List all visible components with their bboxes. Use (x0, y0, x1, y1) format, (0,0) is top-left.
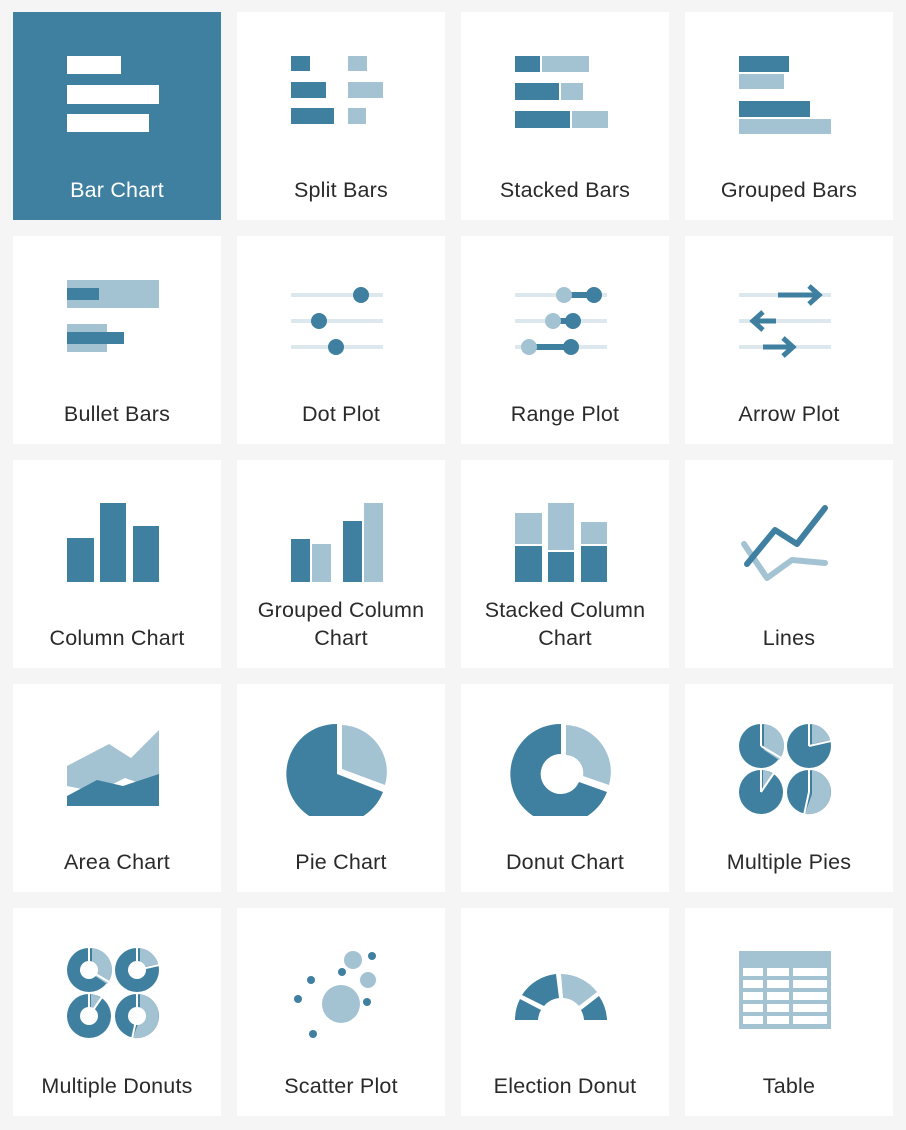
grouped-bars-icon (739, 56, 831, 134)
table-icon (739, 951, 831, 1029)
stacked-column-chart-icon (515, 503, 607, 582)
tile-label: Grouped Column Chart (257, 598, 425, 650)
tile-label: Range Plot (510, 402, 620, 426)
tile-label: Grouped Bars (720, 178, 858, 202)
tile-label: Split Bars (293, 178, 388, 202)
tile-lines[interactable]: Lines (685, 460, 893, 668)
tile-label: Stacked Column Chart (484, 598, 646, 650)
tile-grouped-bars[interactable]: Grouped Bars (685, 12, 893, 220)
tile-label: Lines (762, 626, 816, 650)
tile-range-plot[interactable]: Range Plot (461, 236, 669, 444)
tile-label: Multiple Donuts (41, 1074, 193, 1098)
tile-label: Multiple Pies (726, 850, 852, 874)
multiple-pies-icon (739, 723, 832, 816)
donut-chart-icon (510, 723, 611, 816)
tile-label: Stacked Bars (499, 178, 631, 202)
tile-label: Donut Chart (505, 850, 625, 874)
tile-label: Pie Chart (295, 850, 387, 874)
chart-type-grid: Bar Chart Split Bars Stacked Bars Groupe… (13, 12, 893, 1116)
election-donut-icon (513, 974, 613, 1030)
area-chart-icon (67, 730, 159, 806)
column-chart-icon (67, 503, 159, 582)
tile-split-bars[interactable]: Split Bars (237, 12, 445, 220)
split-bars-icon (291, 56, 383, 124)
tile-pie-chart[interactable]: Pie Chart (237, 684, 445, 892)
tile-grouped-column-chart[interactable]: Grouped Column Chart (237, 460, 445, 668)
dot-plot-icon (291, 287, 383, 355)
tile-label: Scatter Plot (284, 1074, 398, 1098)
tile-table[interactable]: Table (685, 908, 893, 1116)
tile-election-donut[interactable]: Election Donut (461, 908, 669, 1116)
tile-label: Election Donut (493, 1074, 637, 1098)
tile-label: Area Chart (64, 850, 170, 874)
bullet-bars-icon (67, 280, 159, 352)
tile-dot-plot[interactable]: Dot Plot (237, 236, 445, 444)
tile-label: Arrow Plot (738, 402, 840, 426)
tile-column-chart[interactable]: Column Chart (13, 460, 221, 668)
scatter-plot-icon (294, 951, 376, 1038)
tile-bullet-bars[interactable]: Bullet Bars (13, 236, 221, 444)
tile-label: Table (762, 1074, 816, 1098)
lines-icon (741, 505, 828, 581)
arrow-plot-icon (739, 284, 831, 358)
range-plot-icon (515, 287, 607, 355)
bar-chart-icon (67, 56, 159, 132)
tile-stacked-column-chart[interactable]: Stacked Column Chart (461, 460, 669, 668)
tile-multiple-pies[interactable]: Multiple Pies (685, 684, 893, 892)
tile-donut-chart[interactable]: Donut Chart (461, 684, 669, 892)
tile-multiple-donuts[interactable]: Multiple Donuts (13, 908, 221, 1116)
pie-chart-icon (286, 723, 387, 816)
tile-label: Column Chart (49, 626, 185, 650)
stacked-bars-icon (515, 56, 608, 128)
tile-scatter-plot[interactable]: Scatter Plot (237, 908, 445, 1116)
tile-bar-chart[interactable]: Bar Chart (13, 12, 221, 220)
tile-arrow-plot[interactable]: Arrow Plot (685, 236, 893, 444)
tile-label: Dot Plot (301, 402, 381, 426)
tile-area-chart[interactable]: Area Chart (13, 684, 221, 892)
grouped-column-chart-icon (291, 503, 383, 582)
tile-label: Bullet Bars (63, 402, 171, 426)
tile-stacked-bars[interactable]: Stacked Bars (461, 12, 669, 220)
tile-label: Bar Chart (70, 178, 164, 202)
multiple-donuts-icon (67, 947, 160, 1040)
